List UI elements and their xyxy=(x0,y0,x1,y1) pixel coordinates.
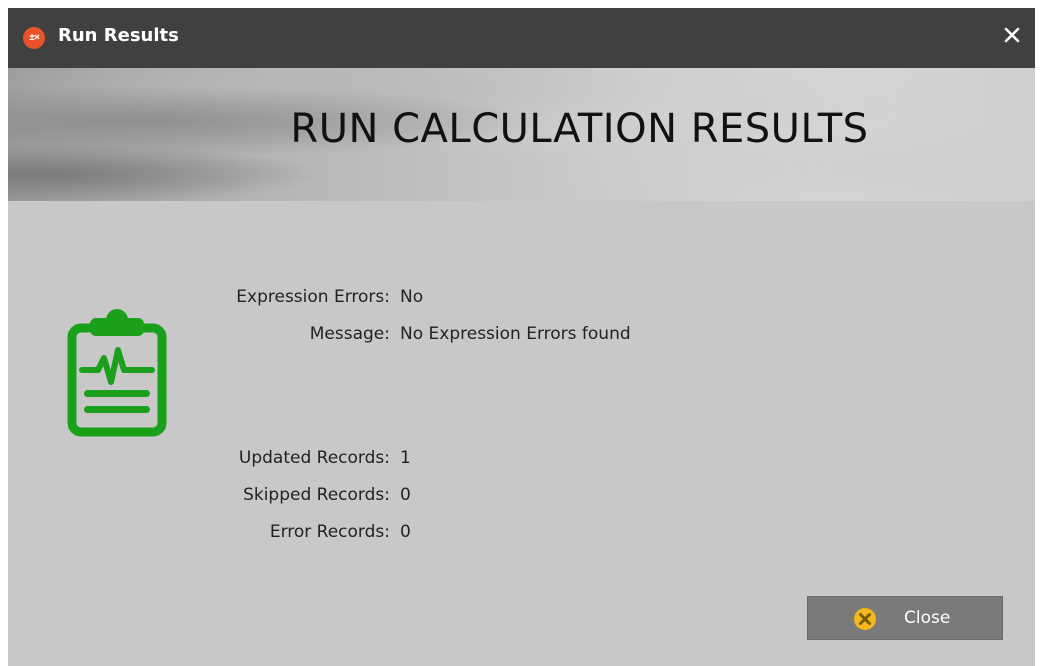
message-value: No Expression Errors found xyxy=(400,324,631,344)
updated-records-value: 1 xyxy=(400,448,411,468)
expression-errors-label: Expression Errors: xyxy=(236,287,390,307)
close-button[interactable]: Close xyxy=(807,596,1003,640)
header-banner: RUN CALCULATION RESULTS xyxy=(8,68,1035,201)
title-bar: ±× Run Results xyxy=(8,8,1035,68)
close-icon[interactable] xyxy=(999,22,1025,48)
skipped-records-label: Skipped Records: xyxy=(243,485,390,505)
window-title: Run Results xyxy=(58,25,179,46)
clipboard-heartbeat-icon xyxy=(64,306,170,438)
close-button-label: Close xyxy=(904,608,951,628)
expression-errors-value: No xyxy=(400,287,424,307)
calculator-icon: ±× xyxy=(23,27,45,49)
banner-title: RUN CALCULATION RESULTS xyxy=(290,106,869,152)
error-records-label: Error Records: xyxy=(269,522,390,542)
run-results-dialog: ±× Run Results RUN CALCULATION RESULTS E… xyxy=(8,8,1035,666)
error-records-value: 0 xyxy=(400,522,411,542)
skipped-records-value: 0 xyxy=(400,485,411,505)
updated-records-label: Updated Records: xyxy=(238,448,390,468)
message-label: Message: xyxy=(309,324,390,344)
close-circle-icon xyxy=(853,607,877,631)
